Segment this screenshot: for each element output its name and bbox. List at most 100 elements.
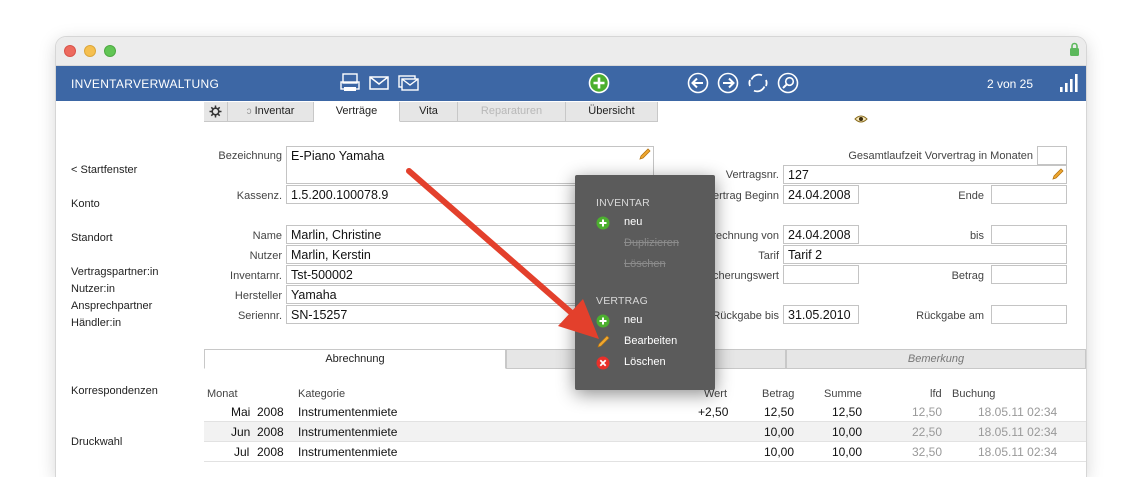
tab-vita[interactable]: Vita	[400, 102, 458, 122]
record-counter: 2 von 25	[986, 77, 1033, 91]
row-month: Jun	[231, 425, 251, 439]
add-icon	[596, 314, 610, 328]
col-betrag[interactable]: Betrag	[762, 388, 794, 400]
signal-bars-icon[interactable]	[1058, 72, 1080, 94]
menu-vertrag-bearbeiten[interactable]: Bearbeiten	[624, 335, 677, 347]
inventarnr-field[interactable]: Tst-500002	[286, 265, 576, 284]
row-year: 2008	[257, 445, 284, 459]
eye-icon[interactable]	[854, 114, 868, 124]
row-betrag: 10,00	[764, 425, 795, 439]
nutzer-label: Nutzer	[249, 250, 282, 262]
gear-icon	[209, 105, 222, 118]
search-icon[interactable]	[777, 72, 799, 94]
row-wert: +2,50	[698, 405, 729, 419]
hersteller-label: Hersteller	[234, 290, 282, 302]
zoom-window-button[interactable]	[104, 45, 116, 57]
sidebar-item-haendler[interactable]: Händler:in	[71, 317, 121, 329]
table-row[interactable]: Jun 2008 Instrumentenmiete 10,00 10,00 2…	[204, 422, 1086, 442]
delete-icon	[596, 356, 610, 370]
abrechnung-von-field[interactable]: 24.04.2008	[783, 225, 859, 244]
link-icon: ↄ	[246, 106, 252, 117]
col-monat[interactable]: Monat	[207, 388, 238, 400]
sidebar-item-korrespondenzen[interactable]: Korrespondenzen	[71, 385, 158, 397]
ende-label: Ende	[958, 190, 984, 202]
bis-label: bis	[969, 230, 984, 242]
row-year: 2008	[257, 405, 284, 419]
sidebar-item-nutzer[interactable]: Nutzer:in	[71, 283, 115, 295]
mail-icon[interactable]	[368, 72, 390, 94]
rueckgabe-am-field[interactable]	[991, 305, 1067, 324]
hersteller-field[interactable]: Yamaha	[286, 285, 576, 304]
row-summe: 10,00	[832, 425, 863, 439]
sidebar-item-ansprechpartner[interactable]: Ansprechpartner	[71, 300, 152, 312]
col-summe[interactable]: Summe	[824, 388, 862, 400]
close-window-button[interactable]	[64, 45, 76, 57]
nutzer-field[interactable]: Marlin, Kerstin	[286, 245, 576, 264]
ende-field[interactable]	[991, 185, 1067, 204]
previous-icon[interactable]	[687, 72, 709, 94]
subtab-abrechnung[interactable]: Abrechnung	[204, 349, 506, 369]
subtab-bemerkung[interactable]: Bemerkung	[786, 349, 1086, 369]
next-icon[interactable]	[717, 72, 739, 94]
versicherungswert-field[interactable]	[783, 265, 859, 284]
row-lfd: 32,50	[912, 445, 943, 459]
betrag-field[interactable]	[991, 265, 1067, 284]
menu-inventar-loeschen[interactable]: Löschen	[624, 258, 666, 270]
sidebar-item-startfenster[interactable]: < Startfenster	[71, 164, 137, 176]
menu-inventar-neu[interactable]: neu	[624, 216, 642, 228]
vertrag-beginn-field[interactable]: 24.04.2008	[783, 185, 859, 204]
vertragsnr-field[interactable]: 127	[783, 165, 1067, 184]
pencil-icon	[597, 335, 610, 348]
row-kategorie: Instrumentenmiete	[298, 445, 398, 459]
add-icon	[596, 216, 610, 230]
sidebar-item-standort[interactable]: Standort	[71, 232, 113, 244]
menu-vertrag-loeschen[interactable]: Löschen	[624, 356, 666, 368]
row-lfd: 22,50	[912, 425, 943, 439]
betrag-label: Betrag	[951, 270, 984, 282]
kassenz-field[interactable]: 1.5.200.100078.9	[286, 185, 576, 204]
settings-tab[interactable]	[204, 102, 228, 122]
menu-section-inventar: INVENTAR	[596, 197, 650, 209]
name-label: Name	[252, 230, 282, 242]
rueckgabe-bis-field[interactable]: 31.05.2010	[783, 305, 859, 324]
printer-icon[interactable]	[339, 72, 361, 94]
table-row[interactable]: Jul 2008 Instrumentenmiete 10,00 10,00 3…	[204, 442, 1086, 462]
vertragsnr-pencil-icon[interactable]	[1051, 168, 1064, 181]
row-summe: 12,50	[832, 405, 863, 419]
row-buchung: 18.05.11 02:34	[978, 425, 1058, 439]
row-month: Jul	[234, 445, 250, 459]
rueckgabe-am-label: Rückgabe am	[916, 310, 984, 322]
menu-section-vertrag: VERTRAG	[596, 295, 648, 307]
refresh-icon[interactable]	[747, 72, 769, 94]
bis-field[interactable]	[991, 225, 1067, 244]
row-kategorie: Instrumentenmiete	[298, 405, 398, 419]
tarif-field[interactable]: Tarif 2	[783, 245, 1067, 264]
tab-reparaturen[interactable]: Reparaturen	[458, 102, 566, 122]
gesamtlaufzeit-label: Gesamtlaufzeit Vorvertrag in Monaten	[848, 150, 1033, 162]
kassenz-label: Kassenz.	[236, 190, 282, 202]
name-field[interactable]: Marlin, Christine	[286, 225, 576, 244]
seriennr-field[interactable]: SN-15257	[286, 305, 576, 324]
minimize-window-button[interactable]	[84, 45, 96, 57]
sidebar-item-druckwahl[interactable]: Druckwahl	[71, 436, 122, 448]
sidebar-item-konto[interactable]: Konto	[71, 198, 100, 210]
pencil-icon[interactable]	[638, 148, 651, 161]
col-kategorie[interactable]: Kategorie	[298, 388, 345, 400]
table-row[interactable]: Mai 2008 Instrumentenmiete +2,50 12,50 1…	[204, 402, 1086, 422]
bezeichnung-value: E-Piano Yamaha	[291, 149, 385, 163]
mail-stack-icon[interactable]	[398, 72, 420, 94]
menu-vertrag-neu[interactable]: neu	[624, 314, 642, 326]
tab-uebersicht[interactable]: Übersicht	[566, 102, 658, 122]
row-buchung: 18.05.11 02:34	[978, 445, 1058, 459]
sidebar-item-vertragspartner[interactable]: Vertragspartner:in	[71, 266, 158, 278]
col-lfd[interactable]: lfd	[930, 388, 942, 400]
tab-vertraege[interactable]: Verträge	[314, 102, 400, 122]
menu-inventar-duplizieren[interactable]: Duplizieren	[624, 237, 679, 249]
add-record-icon[interactable]	[588, 72, 610, 94]
row-kategorie: Instrumentenmiete	[298, 425, 398, 439]
window-titlebar	[56, 37, 1086, 66]
col-buchung[interactable]: Buchung	[952, 388, 995, 400]
gesamtlaufzeit-field[interactable]	[1037, 146, 1067, 165]
inventarnr-label: Inventarnr.	[230, 270, 282, 282]
tab-inventar[interactable]: ↄ Inventar	[228, 102, 314, 122]
